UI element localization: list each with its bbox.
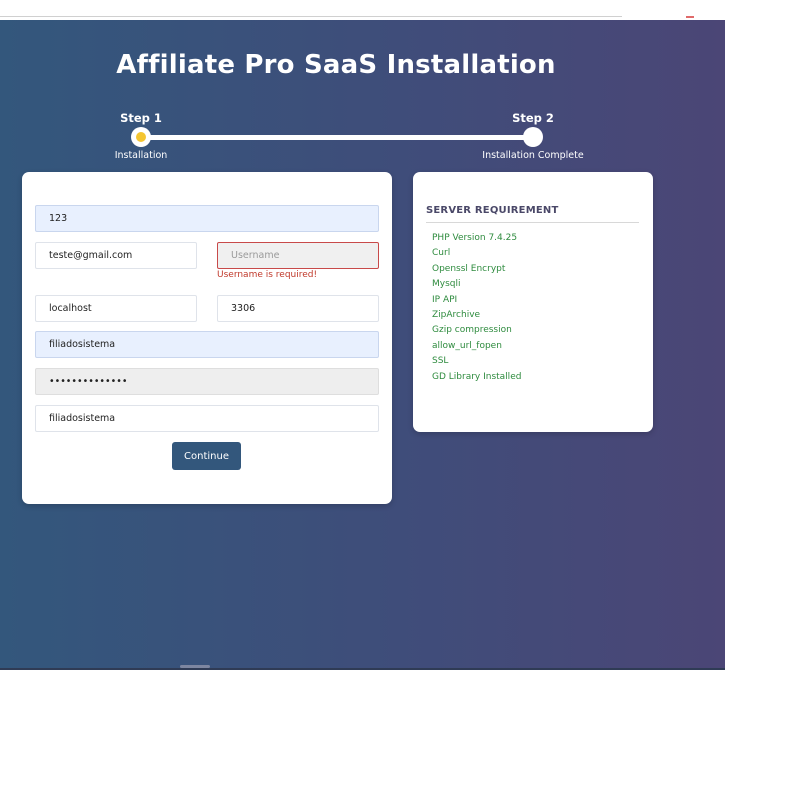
step-1-label: Installation <box>114 150 168 161</box>
server-requirement-title: SERVER REQUIREMENT <box>426 205 559 216</box>
step-progress-track <box>141 135 533 140</box>
requirement-item: Mysqli <box>432 279 461 290</box>
username-input[interactable] <box>217 242 379 269</box>
step-1-title: Step 1 <box>120 111 162 125</box>
requirement-item: Curl <box>432 248 451 259</box>
database-name-input[interactable] <box>35 405 379 432</box>
requirement-item: PHP Version 7.4.25 <box>432 233 518 243</box>
requirement-divider <box>426 222 639 223</box>
database-password-input[interactable] <box>35 368 379 395</box>
database-host-input[interactable] <box>35 295 197 322</box>
requirement-item: Openssl Encrypt <box>432 263 506 274</box>
installation-form-card: Username is required! Continue <box>22 172 392 504</box>
step-2-label: Installation Complete <box>482 150 584 161</box>
requirement-item: SSL <box>432 356 449 367</box>
installation-stepper: Step 1 Installation Step 2 Installation … <box>0 0 725 180</box>
requirement-item: ZipArchive <box>432 309 481 320</box>
server-requirement-card: SERVER REQUIREMENT PHP Version 7.4.25 Cu… <box>413 172 653 432</box>
database-port-input[interactable] <box>217 295 379 322</box>
database-user-input[interactable] <box>35 331 379 358</box>
requirement-item: GD Library Installed <box>432 371 522 382</box>
requirement-item: Gzip compression <box>432 325 512 336</box>
step-2-indicator <box>523 127 543 147</box>
bottom-edge <box>0 668 725 670</box>
requirement-item: allow_url_fopen <box>432 340 502 351</box>
requirement-item: IP API <box>432 294 458 305</box>
continue-button[interactable]: Continue <box>172 442 241 470</box>
requirement-list: PHP Version 7.4.25 Curl Openssl Encrypt … <box>432 231 521 385</box>
purchase-code-input[interactable] <box>35 205 379 232</box>
horizontal-scroll-thumb[interactable] <box>180 665 210 668</box>
step-2-title: Step 2 <box>512 111 554 125</box>
step-1-indicator <box>131 127 151 147</box>
username-error-message: Username is required! <box>217 270 318 280</box>
email-input[interactable] <box>35 242 197 269</box>
